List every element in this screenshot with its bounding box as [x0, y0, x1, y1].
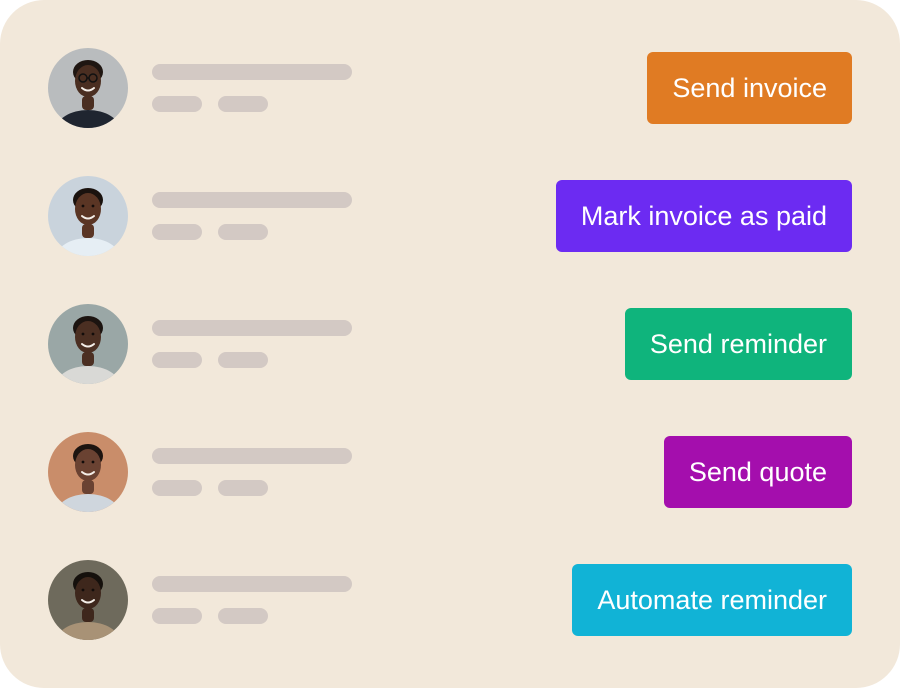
detail-placeholder-line — [152, 480, 202, 496]
detail-placeholder-line — [218, 608, 268, 624]
contact-row: Send quote — [0, 432, 900, 512]
detail-placeholder-line — [152, 96, 202, 112]
person-photo-icon — [48, 176, 128, 256]
contact-actions-card: Send invoice Mark invoice as paid Send r… — [0, 0, 900, 688]
avatar — [48, 304, 128, 384]
detail-placeholder-line — [218, 96, 268, 112]
mark-invoice-paid-button[interactable]: Mark invoice as paid — [555, 180, 852, 252]
contact-row: Send invoice — [0, 48, 900, 128]
name-placeholder-line — [152, 576, 352, 592]
avatar — [48, 432, 128, 512]
name-placeholder-line — [152, 448, 352, 464]
detail-placeholder-line — [218, 224, 268, 240]
person-photo-icon — [48, 560, 128, 640]
contact-row: Automate reminder — [0, 560, 900, 640]
person-photo-icon — [48, 48, 128, 128]
name-placeholder-line — [152, 192, 352, 208]
name-placeholder-line — [152, 64, 352, 80]
automate-reminder-button[interactable]: Automate reminder — [572, 564, 852, 636]
detail-placeholder-line — [218, 352, 268, 368]
name-placeholder-line — [152, 320, 352, 336]
person-photo-icon — [48, 432, 128, 512]
detail-placeholder-line — [152, 608, 202, 624]
send-invoice-button[interactable]: Send invoice — [647, 52, 852, 124]
avatar — [48, 176, 128, 256]
detail-placeholder-line — [152, 224, 202, 240]
person-photo-icon — [48, 304, 128, 384]
send-reminder-button[interactable]: Send reminder — [624, 308, 852, 380]
send-quote-button[interactable]: Send quote — [663, 436, 852, 508]
avatar — [48, 560, 128, 640]
detail-placeholder-line — [152, 352, 202, 368]
contact-row: Mark invoice as paid — [0, 176, 900, 256]
detail-placeholder-line — [218, 480, 268, 496]
avatar — [48, 48, 128, 128]
contact-row: Send reminder — [0, 304, 900, 384]
